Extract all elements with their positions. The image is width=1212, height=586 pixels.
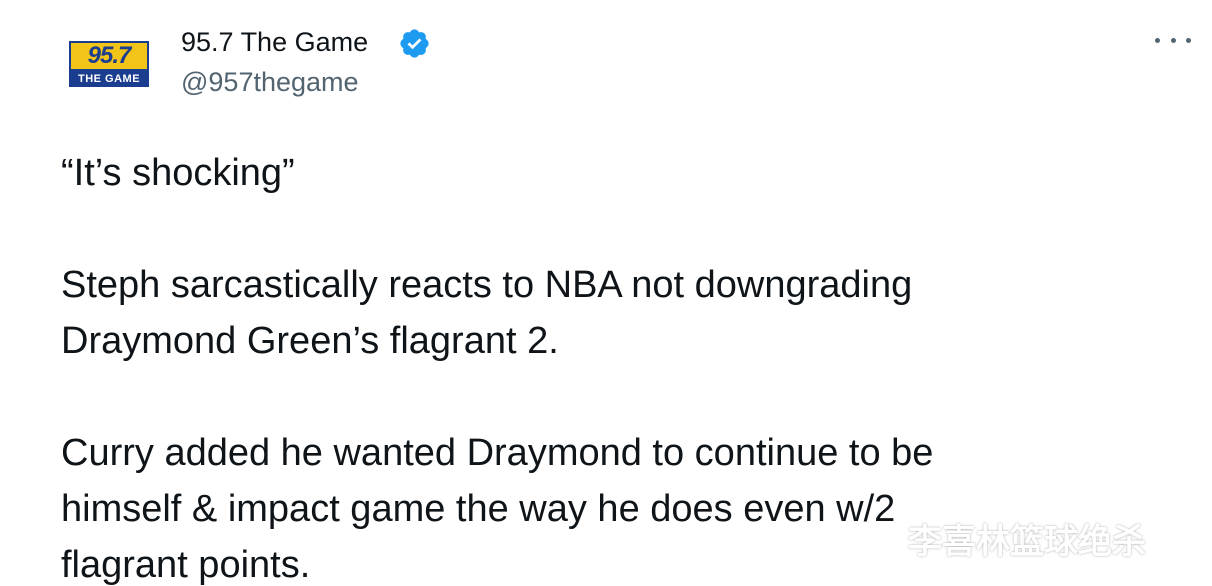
display-name[interactable]: 95.7 The Game: [181, 25, 368, 59]
tweet-line: “It’s shocking”: [61, 152, 295, 194]
watermark: 李喜林篮球绝杀: [908, 523, 1146, 561]
tweet-line: Draymond Green’s flagrant 2.: [61, 320, 559, 362]
tweet-line: Steph sarcastically reacts to NBA not do…: [61, 264, 913, 306]
avatar[interactable]: 95.7 THE GAME: [68, 40, 150, 88]
user-handle[interactable]: @957thegame: [181, 65, 359, 99]
avatar-logo-subtitle: THE GAME: [69, 71, 149, 87]
more-dot: [1155, 37, 1160, 43]
more-options-icon[interactable]: [1155, 30, 1191, 50]
more-dot: [1170, 37, 1176, 43]
tweet-paragraph-reaction: Steph sarcastically reacts to NBA not do…: [61, 257, 1181, 369]
tweet-line: Curry added he wanted Draymond to contin…: [61, 432, 934, 474]
avatar-logo-number: 95.7: [69, 41, 149, 71]
tweet-card: 95.7 THE GAME 95.7 The Game @957thegame …: [0, 0, 1212, 586]
more-dot: [1186, 37, 1191, 43]
tweet-paragraph-quote: “It’s shocking”: [61, 145, 1181, 201]
verified-badge-icon: [400, 29, 429, 58]
